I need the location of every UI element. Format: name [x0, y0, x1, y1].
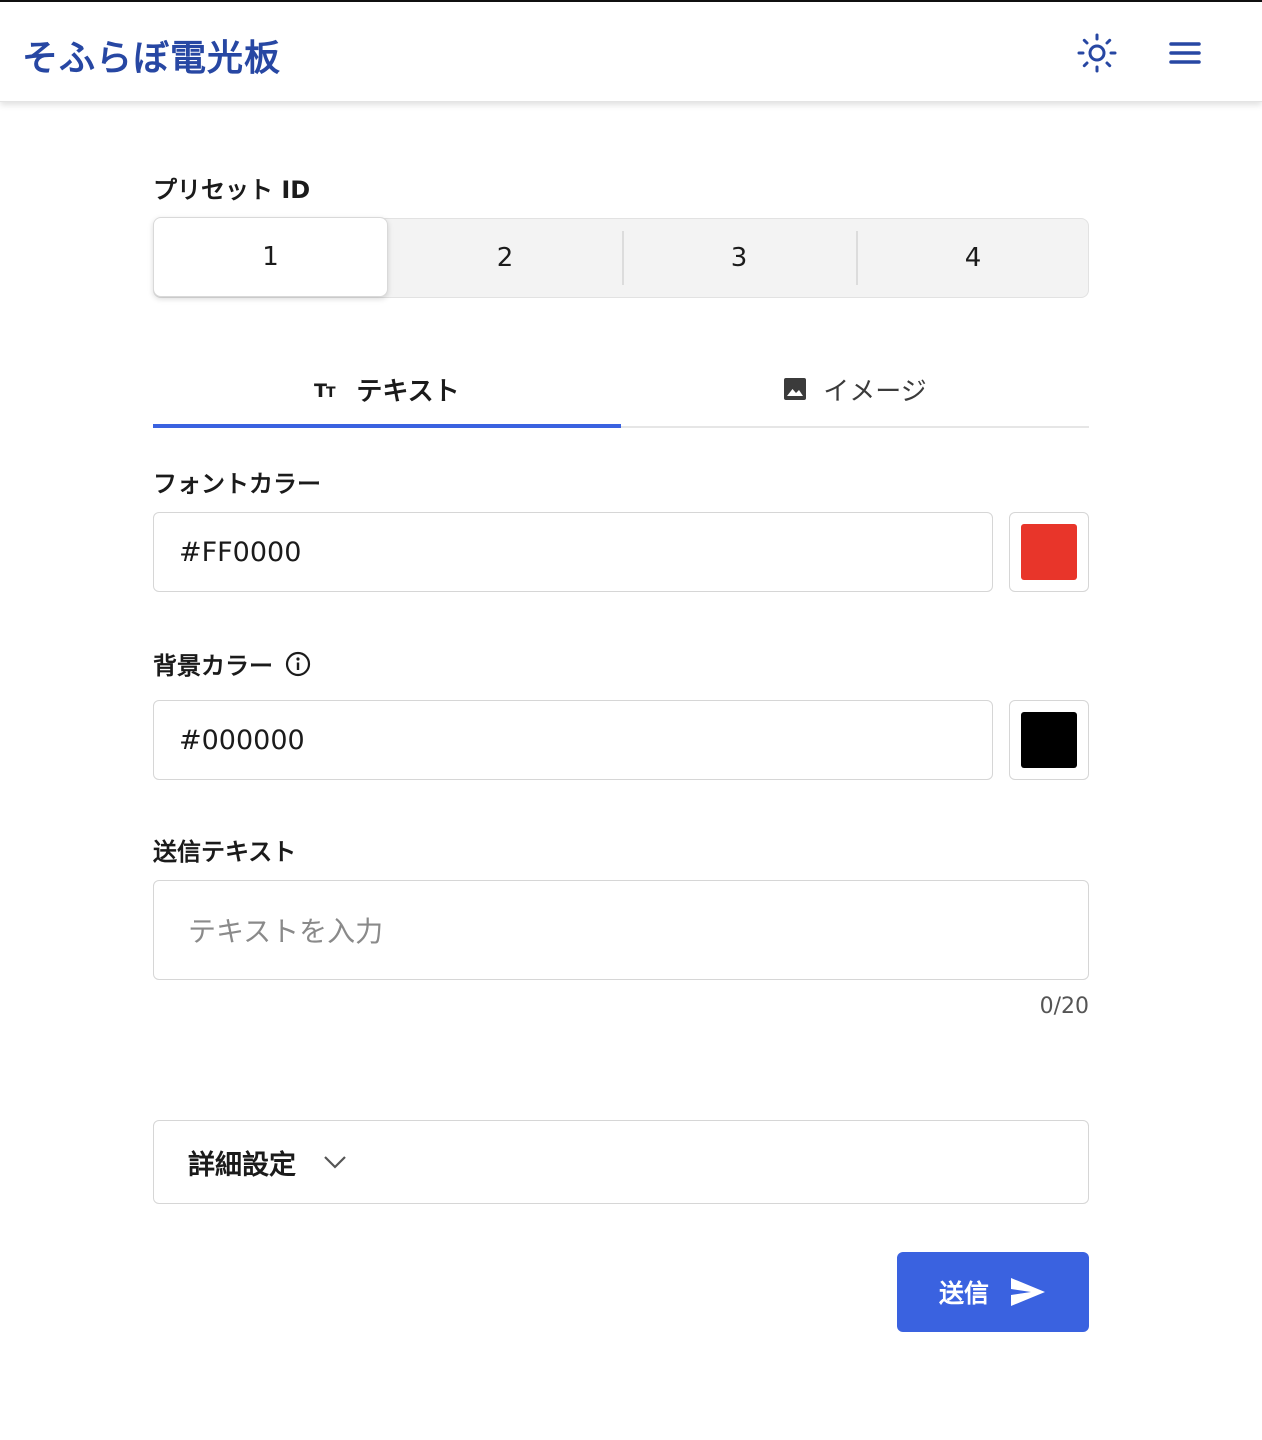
advanced-settings-accordion[interactable]: 詳細設定 — [153, 1120, 1089, 1204]
app-title: そふらぼ電光板 — [22, 38, 282, 79]
preset-option-3[interactable]: 3 — [622, 219, 856, 297]
chevron-down-icon — [324, 1156, 346, 1169]
tab-text[interactable]: T T テキスト — [153, 352, 621, 426]
sun-icon — [1077, 33, 1117, 73]
send-button-label: 送信 — [938, 1279, 989, 1308]
hamburger-menu-icon — [1169, 42, 1201, 64]
tab-text-label: テキスト — [356, 376, 460, 407]
tab-image-label: イメージ — [823, 376, 927, 407]
send-text-label: 送信テキスト — [153, 838, 297, 866]
font-color-picker[interactable] — [1009, 512, 1089, 592]
font-color-swatch — [1021, 524, 1077, 580]
tab-image[interactable]: イメージ — [621, 352, 1089, 426]
preset-option-1[interactable]: 1 — [153, 217, 388, 297]
bg-color-picker[interactable] — [1009, 700, 1089, 780]
character-counter: 0/20 — [1039, 994, 1089, 1019]
preset-label: プリセット ID — [153, 176, 311, 204]
send-text-placeholder: テキストを入力 — [188, 915, 384, 948]
app-header: そふらぼ電光板 — [0, 2, 1262, 102]
font-color-input[interactable]: #FF0000 — [153, 512, 993, 592]
send-button[interactable]: 送信 — [897, 1252, 1089, 1332]
font-color-label: フォントカラー — [153, 470, 321, 498]
bg-color-label-row: 背景カラー — [153, 646, 311, 681]
theme-toggle-button[interactable] — [1076, 32, 1118, 74]
bg-color-swatch — [1021, 712, 1077, 768]
image-icon — [784, 378, 807, 400]
send-text-input[interactable]: テキストを入力 — [153, 880, 1089, 980]
active-tab-indicator — [153, 424, 621, 428]
preset-segmented-control: 1 2 3 4 — [153, 217, 1090, 298]
preset-option-2[interactable]: 2 — [388, 219, 622, 297]
advanced-settings-label: 詳細設定 — [188, 1149, 296, 1181]
svg-text:T: T — [326, 385, 336, 400]
bg-color-input[interactable]: #000000 — [153, 700, 993, 780]
text-format-icon: T T — [314, 380, 336, 400]
info-icon[interactable] — [285, 651, 311, 677]
bg-color-label: 背景カラー — [153, 652, 273, 680]
preset-option-4[interactable]: 4 — [856, 219, 1090, 297]
menu-button[interactable] — [1164, 32, 1206, 74]
mode-tabs: T T テキスト イメージ — [153, 352, 1089, 428]
send-icon — [1011, 1278, 1045, 1306]
